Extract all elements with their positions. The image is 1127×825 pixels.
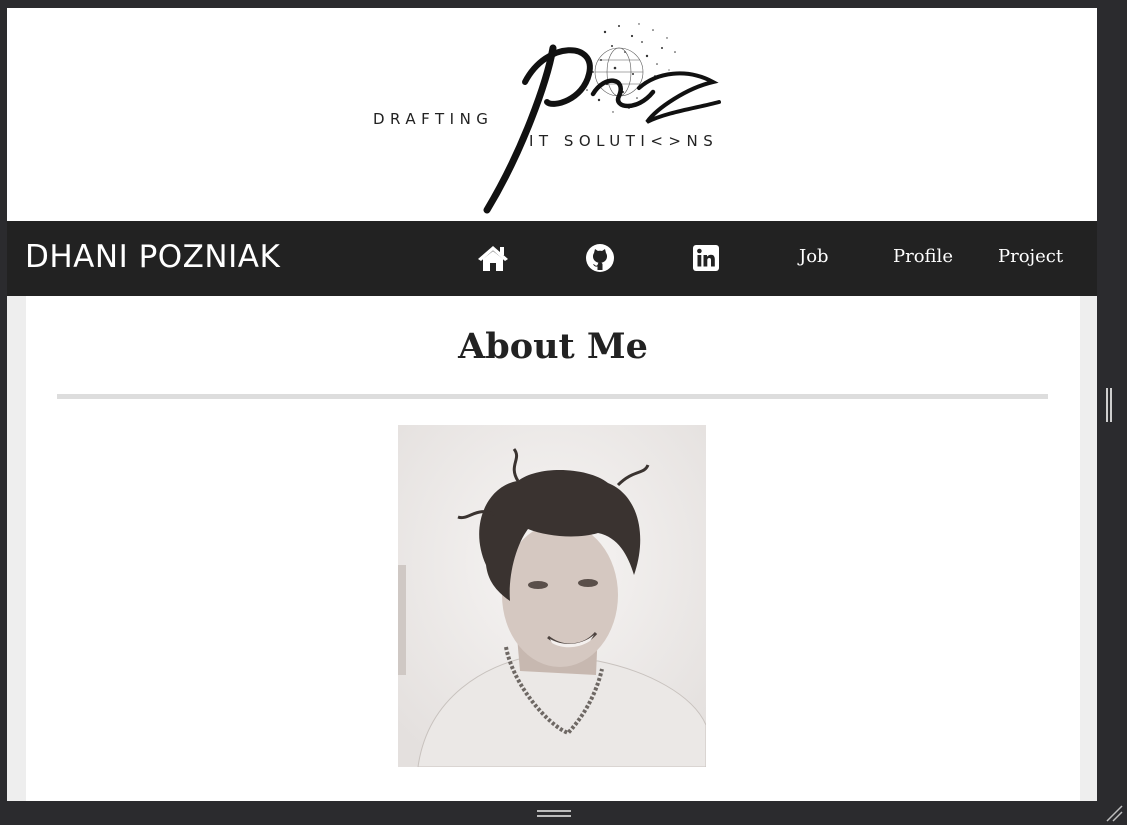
logo-monogram xyxy=(483,44,721,214)
logo-banner: DRAFTING IT SOLUTI<>NS xyxy=(7,8,1097,221)
nav-link-job[interactable]: Job xyxy=(799,246,829,267)
splitter-handle-icon[interactable] xyxy=(1106,388,1112,422)
portrait-photo xyxy=(398,425,706,767)
github-icon[interactable] xyxy=(583,241,617,275)
section-divider xyxy=(57,394,1048,399)
navbar: DHANI POZNIAK Job Profile Project xyxy=(7,221,1097,296)
site-name[interactable]: DHANI POZNIAK xyxy=(25,239,280,275)
linkedin-icon[interactable] xyxy=(689,241,723,275)
brand-logo[interactable]: DRAFTING IT SOLUTI<>NS xyxy=(357,12,737,217)
logo-left-text: DRAFTING xyxy=(373,110,493,128)
nav-link-project[interactable]: Project xyxy=(998,246,1063,267)
resize-grip-icon[interactable] xyxy=(1103,802,1123,822)
nav-link-profile[interactable]: Profile xyxy=(893,246,953,267)
browser-viewport: DRAFTING IT SOLUTI<>NS DHANI POZNIAK Job… xyxy=(7,8,1097,801)
home-icon[interactable] xyxy=(476,241,510,275)
side-panel xyxy=(1097,0,1127,825)
about-section: About Me xyxy=(26,296,1080,801)
bottom-grip-icon[interactable] xyxy=(537,809,571,819)
section-title: About Me xyxy=(458,326,648,367)
logo-right-text: IT SOLUTI<>NS xyxy=(529,132,718,150)
